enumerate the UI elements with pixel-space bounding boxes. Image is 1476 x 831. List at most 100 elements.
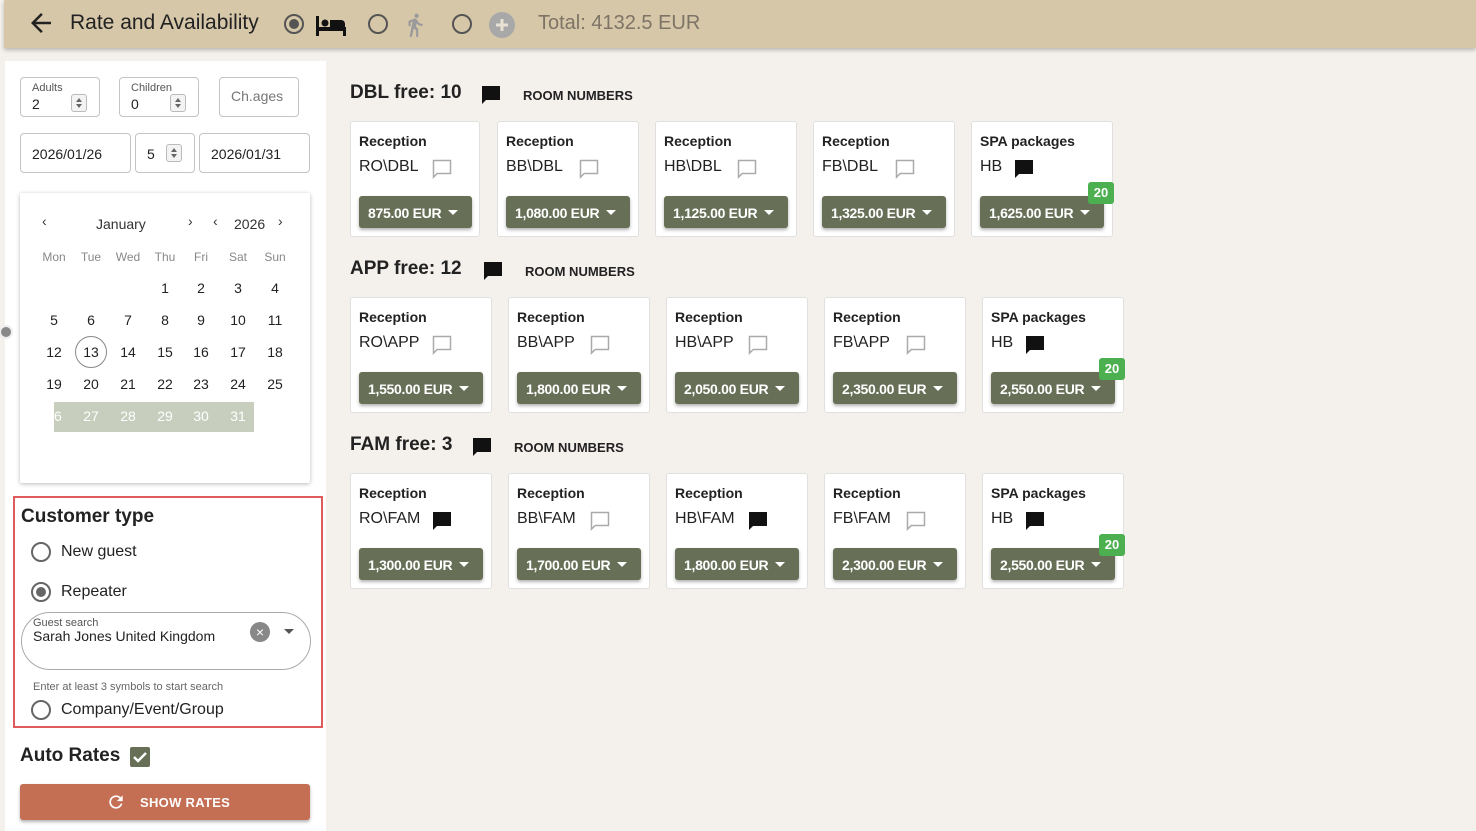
comment-icon[interactable] [577, 157, 601, 181]
rate-card: Reception FB\APP 2,350.00 EUR [824, 297, 966, 413]
room-numbers-link[interactable]: ROOM NUMBERS [523, 88, 633, 103]
calendar-day[interactable]: 17 [222, 337, 254, 367]
next-month-icon[interactable]: › [188, 213, 193, 229]
mode-radio-extra[interactable] [452, 14, 472, 34]
calendar-day[interactable]: 12 [38, 337, 70, 367]
comment-icon[interactable] [746, 333, 770, 357]
calendar-day[interactable]: 27 [75, 401, 107, 431]
calendar-day[interactable]: 28 [112, 401, 144, 431]
price-dropdown-button[interactable]: 2,050.00 EUR [675, 372, 799, 404]
radio-new-guest[interactable] [31, 542, 51, 562]
radio-company[interactable] [31, 700, 51, 720]
price-dropdown-button[interactable]: 2,350.00 EUR [833, 372, 957, 404]
price-dropdown-button[interactable]: 1,800.00 EUR [675, 548, 799, 580]
comment-icon[interactable] [470, 435, 494, 459]
calendar-day[interactable]: 26 [38, 401, 70, 431]
price-dropdown-button[interactable]: 1,550.00 EUR [359, 372, 483, 404]
calendar-day[interactable]: 9 [185, 305, 217, 335]
calendar-day[interactable]: 8 [149, 305, 181, 335]
price-dropdown-button[interactable]: 875.00 EUR [359, 196, 472, 228]
price-dropdown-button[interactable]: 1,625.00 EUR [980, 196, 1104, 228]
radio-repeater[interactable] [31, 582, 51, 602]
drag-handle[interactable] [0, 325, 13, 339]
calendar-day[interactable]: 24 [222, 369, 254, 399]
calendar-day[interactable]: 4 [259, 273, 291, 303]
comment-icon[interactable] [588, 333, 612, 357]
adults-field[interactable]: Adults 2 [20, 77, 100, 117]
calendar-day[interactable]: 19 [38, 369, 70, 399]
price-dropdown-button[interactable]: 2,300.00 EUR [833, 548, 957, 580]
nights-stepper[interactable] [166, 144, 182, 162]
arrow-back-icon[interactable] [26, 8, 56, 38]
price-dropdown-button[interactable]: 1,080.00 EUR [506, 196, 630, 228]
calendar-day[interactable]: 2 [185, 273, 217, 303]
children-stepper[interactable] [170, 94, 186, 112]
clear-icon[interactable]: × [250, 622, 270, 642]
date-from-field[interactable]: 2026/01/26 [20, 133, 131, 173]
comment-icon[interactable] [1012, 157, 1036, 181]
calendar-day[interactable]: 7 [112, 305, 144, 335]
chevron-down-icon [1091, 386, 1101, 391]
children-field[interactable]: Children 0 [119, 77, 199, 117]
prev-month-icon[interactable]: ‹ [42, 213, 47, 229]
calendar-day[interactable]: 23 [185, 369, 217, 399]
mode-radio-room[interactable] [284, 14, 304, 34]
rate-card: Reception FB\FAM 2,300.00 EUR [824, 473, 966, 589]
children-ages-field[interactable]: Ch.ages [219, 77, 299, 117]
nights-field[interactable]: 5 [135, 133, 195, 173]
price-dropdown-button[interactable]: 1,325.00 EUR [822, 196, 946, 228]
add-circle-icon[interactable] [488, 11, 516, 39]
calendar-day[interactable]: 6 [75, 305, 107, 335]
bed-icon [316, 16, 346, 36]
calendar-day[interactable]: 14 [112, 337, 144, 367]
comment-icon[interactable] [479, 83, 503, 107]
calendar-day[interactable]: 16 [185, 337, 217, 367]
calendar-day[interactable]: 1 [149, 273, 181, 303]
comment-icon[interactable] [893, 157, 917, 181]
chevron-down-icon[interactable] [284, 629, 294, 634]
calendar-day[interactable]: 21 [112, 369, 144, 399]
comment-icon[interactable] [904, 509, 928, 533]
price-dropdown-button[interactable]: 2,550.00 EUR [991, 548, 1115, 580]
comment-icon[interactable] [430, 509, 454, 533]
room-numbers-link[interactable]: ROOM NUMBERS [514, 440, 624, 455]
calendar-day[interactable]: 25 [259, 369, 291, 399]
calendar-day[interactable]: 29 [149, 401, 181, 431]
adults-stepper[interactable] [71, 94, 87, 112]
price-dropdown-button[interactable]: 1,800.00 EUR [517, 372, 641, 404]
mode-radio-walk[interactable] [368, 14, 388, 34]
calendar-day[interactable]: 30 [185, 401, 217, 431]
prev-year-icon[interactable]: ‹ [213, 213, 218, 229]
comment-icon[interactable] [1023, 509, 1047, 533]
comment-icon[interactable] [735, 157, 759, 181]
price-dropdown-button[interactable]: 1,300.00 EUR [359, 548, 483, 580]
calendar-day[interactable]: 10 [222, 305, 254, 335]
calendar-day[interactable]: 20 [75, 369, 107, 399]
auto-rates-checkbox[interactable] [130, 747, 150, 767]
price-dropdown-button[interactable]: 1,700.00 EUR [517, 548, 641, 580]
comment-icon[interactable] [430, 157, 454, 181]
comment-icon[interactable] [904, 333, 928, 357]
calendar-day[interactable]: 31 [222, 401, 254, 431]
calendar-day[interactable]: 18 [259, 337, 291, 367]
next-year-icon[interactable]: › [278, 213, 283, 229]
calendar-day[interactable]: 3 [222, 273, 254, 303]
calendar-day[interactable]: 5 [38, 305, 70, 335]
show-rates-button[interactable]: SHOW RATES [20, 784, 310, 820]
guest-search-input[interactable]: Guest search Sarah Jones United Kingdom … [21, 612, 311, 670]
calendar-day[interactable]: 13 [75, 336, 107, 368]
comment-icon[interactable] [1023, 333, 1047, 357]
room-numbers-link[interactable]: ROOM NUMBERS [525, 264, 635, 279]
comment-icon[interactable] [588, 509, 612, 533]
calendar-day[interactable]: 11 [259, 305, 291, 335]
calendar-day[interactable]: 15 [149, 337, 181, 367]
price-dropdown-button[interactable]: 1,125.00 EUR [664, 196, 788, 228]
price-dropdown-button[interactable]: 2,550.00 EUR [991, 372, 1115, 404]
comment-icon[interactable] [430, 333, 454, 357]
weekday-label: Sun [264, 250, 286, 264]
comment-icon[interactable] [746, 509, 770, 533]
comment-icon[interactable] [481, 259, 505, 283]
date-to-field[interactable]: 2026/01/31 [199, 133, 310, 173]
calendar-day[interactable]: 22 [149, 369, 181, 399]
rate-code: RO\APP [359, 334, 420, 351]
